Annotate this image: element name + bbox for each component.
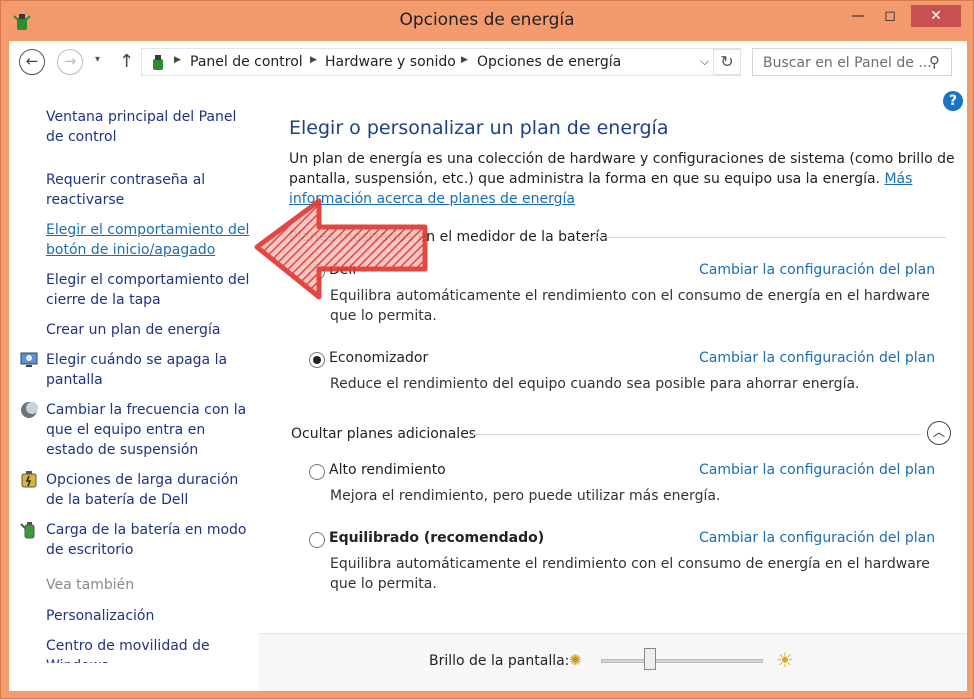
plan-balanced-name: Equilibrado (recomendado) <box>329 530 545 546</box>
hidden-plans-heading: Ocultar planes adicionales <box>291 426 477 442</box>
description-text: Un plan de energía es una colección de h… <box>289 151 955 187</box>
breadcrumb-separator-icon: ▶ <box>310 55 317 65</box>
main-panel: Elegir o personalizar un plan de energía… <box>289 83 959 628</box>
brightness-low-icon: ✺ <box>569 651 582 669</box>
forward-button[interactable]: → <box>57 49 83 75</box>
see-also-heading: Vea también <box>46 577 135 593</box>
content-area: Ventana principal del Panel de control R… <box>9 83 967 691</box>
sidebar-item-power-button[interactable]: Elegir el comportamiento del botón de in… <box>46 220 256 260</box>
brightness-slider-thumb[interactable] <box>643 648 656 670</box>
sidebar-item-display-off[interactable]: Elegir cuándo se apaga la pantalla <box>46 350 256 390</box>
plan-balanced-radio[interactable] <box>309 532 325 548</box>
sidebar-item-mobility-center[interactable]: Centro de movilidad de Windows <box>46 636 256 663</box>
breadcrumb-separator-icon: ▶ <box>174 55 181 65</box>
brightness-label: Brillo de la pantalla: <box>429 653 570 669</box>
plan-dell-change-link[interactable]: Cambiar la configuración del plan <box>699 262 935 278</box>
sidebar-item-create-plan[interactable]: Crear un plan de energía <box>46 320 256 340</box>
sidebar-item-dell-battery[interactable]: Opciones de larga duración de la batería… <box>46 470 256 510</box>
sidebar-item-personalization[interactable]: Personalización <box>46 606 256 626</box>
window: Opciones de energía — ◻ ✕ ← → ▾ ↑ ▶ Pane… <box>0 0 974 699</box>
plan-balanced-change-link[interactable]: Cambiar la configuración del plan <box>699 530 935 546</box>
sidebar: Ventana principal del Panel de control R… <box>9 83 259 663</box>
close-button[interactable]: ✕ <box>911 5 961 27</box>
control-panel-icon <box>153 55 163 70</box>
sidebar-item-require-password[interactable]: Requerir contraseña al reactivarse <box>46 170 256 210</box>
chevron-up-icon[interactable]: ︿ <box>927 421 951 445</box>
search-input[interactable]: Buscar en el Panel de ... ⚲ <box>752 48 952 76</box>
address-bar: ← → ▾ ↑ ▶ Panel de control ▶ Hardware y … <box>9 41 967 83</box>
page-title: Elegir o personalizar un plan de energía <box>289 117 669 139</box>
brightness-high-icon: ☀ <box>776 648 794 672</box>
breadcrumb[interactable]: ▶ Panel de control ▶ Hardware y sonido ▶… <box>141 48 741 76</box>
plan-balanced-description: Equilibra automáticamente el rendimiento… <box>330 556 930 592</box>
maximize-button[interactable]: ◻ <box>879 5 901 27</box>
plan-high-performance-name: Alto rendimiento <box>329 462 446 478</box>
back-button[interactable]: ← <box>19 49 45 75</box>
minimize-button[interactable]: — <box>847 5 869 27</box>
divider <box>581 237 946 238</box>
sleep-moon-icon <box>21 402 38 418</box>
title-bar: Opciones de energía — ◻ ✕ <box>1 1 973 39</box>
plan-economizador-radio[interactable] <box>309 352 325 368</box>
breadcrumb-power-options[interactable]: Opciones de energía <box>477 54 621 70</box>
plan-high-performance-radio[interactable] <box>309 464 325 480</box>
plan-high-performance-description: Mejora el rendimiento, pero puede utiliz… <box>330 488 721 504</box>
breadcrumb-separator-icon: ▶ <box>461 55 468 65</box>
sidebar-item-lid-close[interactable]: Elegir el comportamiento del cierre de l… <box>46 270 256 310</box>
chevron-down-icon[interactable]: ⌵ <box>700 54 709 69</box>
breadcrumb-hardware-sound[interactable]: Hardware y sonido <box>325 54 456 70</box>
plan-economizador-description: Reduce el rendimiento del equipo cuando … <box>330 376 860 392</box>
refresh-button[interactable]: ↻ <box>713 49 741 75</box>
up-button[interactable]: ↑ <box>119 51 134 72</box>
annotation-arrow-icon <box>254 198 428 300</box>
battery-charge-icon <box>20 522 35 539</box>
plan-economizador-change-link[interactable]: Cambiar la configuración del plan <box>699 350 935 366</box>
divider <box>473 434 921 435</box>
window-title: Opciones de energía <box>399 10 575 30</box>
battery-icon <box>21 471 37 488</box>
brightness-slider[interactable] <box>601 659 763 663</box>
brightness-bar: Brillo de la pantalla: ✺ ☀ <box>259 633 967 691</box>
sidebar-item-desktop-charge[interactable]: Carga de la batería en modo de escritori… <box>46 520 256 560</box>
sidebar-item-control-panel-home[interactable]: Ventana principal del Panel de control <box>46 107 256 147</box>
plan-economizador-name: Economizador <box>329 350 429 366</box>
search-icon[interactable]: ⚲ <box>929 53 940 71</box>
recent-locations-dropdown[interactable]: ▾ <box>95 54 100 65</box>
search-placeholder: Buscar en el Panel de ... <box>763 55 932 71</box>
breadcrumb-control-panel[interactable]: Panel de control <box>190 54 303 70</box>
display-icon <box>20 352 38 367</box>
plan-high-performance-change-link[interactable]: Cambiar la configuración del plan <box>699 462 935 478</box>
sidebar-item-sleep[interactable]: Cambiar la frecuencia con la que el equi… <box>46 400 256 460</box>
